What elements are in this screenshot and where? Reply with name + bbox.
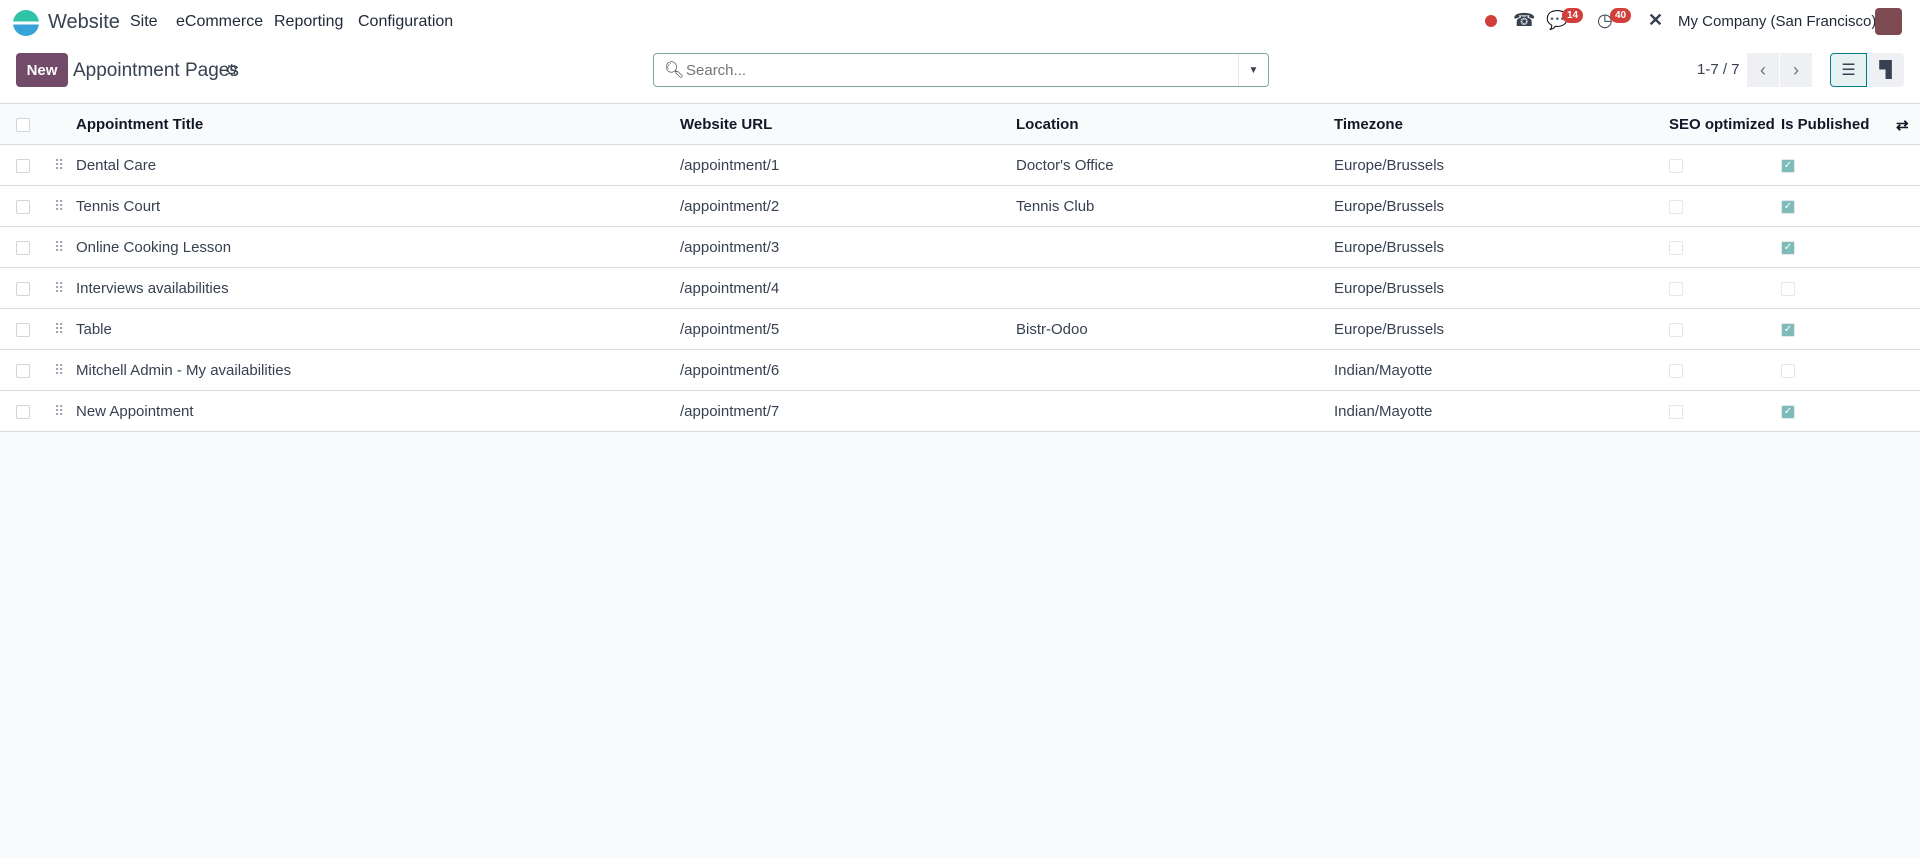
seo-checkbox	[1669, 282, 1683, 296]
cell-title: Mitchell Admin - My availabilities	[76, 362, 292, 379]
pager-next-button[interactable]: ›	[1780, 53, 1812, 87]
cell-location: Bistr-Odoo	[1016, 321, 1088, 338]
cell-title: New Appointment	[76, 403, 194, 420]
cell-location: Tennis Club	[1016, 198, 1095, 215]
cell-title: Interviews availabilities	[76, 280, 229, 297]
menu-reporting[interactable]: Reporting	[274, 13, 343, 31]
drag-handle-icon[interactable]: ⠿	[54, 157, 64, 174]
col-timezone[interactable]: Timezone	[1334, 116, 1403, 133]
seo-checkbox	[1669, 200, 1683, 214]
col-seo[interactable]: SEO optimized	[1669, 116, 1775, 133]
search-input[interactable]	[686, 59, 1226, 81]
published-checkbox: ✓	[1781, 241, 1795, 255]
seo-checkbox	[1669, 364, 1683, 378]
drag-handle-icon[interactable]: ⠿	[54, 362, 64, 379]
col-title[interactable]: Appointment Title	[76, 116, 203, 133]
table-row[interactable]: ⠿ Online Cooking Lesson /appointment/3 E…	[0, 227, 1920, 268]
row-checkbox[interactable]	[16, 159, 30, 173]
search-bar: 🔍︎ ▼	[653, 53, 1269, 87]
status-dot-icon[interactable]	[1485, 15, 1497, 27]
cell-timezone: Europe/Brussels	[1334, 280, 1445, 297]
cell-title: Tennis Court	[76, 198, 161, 215]
drag-handle-icon[interactable]: ⠿	[54, 280, 64, 297]
seo-checkbox	[1669, 405, 1683, 419]
cell-timezone: Europe/Brussels	[1334, 239, 1445, 256]
menu-site[interactable]: Site	[130, 13, 158, 31]
seo-checkbox	[1669, 241, 1683, 255]
row-checkbox[interactable]	[16, 364, 30, 378]
table-row[interactable]: ⠿ Table /appointment/5 Bistr-Odoo Europe…	[0, 309, 1920, 350]
published-checkbox	[1781, 282, 1795, 296]
user-avatar[interactable]	[1875, 8, 1902, 35]
cell-timezone: Indian/Mayotte	[1334, 362, 1433, 379]
cell-timezone: Europe/Brussels	[1334, 198, 1445, 215]
cell-title: Table	[76, 321, 112, 338]
pager-value[interactable]: 1-7 / 7	[1697, 61, 1740, 78]
select-all-checkbox[interactable]	[16, 118, 30, 132]
navbar: Website Site eCommerce Reporting Configu…	[0, 0, 1920, 44]
cell-url: /appointment/3	[680, 239, 780, 256]
drag-handle-icon[interactable]: ⠿	[54, 403, 64, 420]
messages-badge: 14	[1562, 8, 1584, 23]
published-checkbox	[1781, 364, 1795, 378]
drag-handle-icon[interactable]: ⠿	[54, 321, 64, 338]
table-row[interactable]: ⠿ Mitchell Admin - My availabilities /ap…	[0, 350, 1920, 391]
menu-configuration[interactable]: Configuration	[358, 13, 453, 31]
cell-timezone: Europe/Brussels	[1334, 157, 1445, 174]
cell-location: Doctor's Office	[1016, 157, 1114, 174]
search-options-toggle[interactable]: ▼	[1238, 54, 1268, 86]
row-checkbox[interactable]	[16, 200, 30, 214]
col-published[interactable]: Is Published	[1781, 116, 1869, 133]
table-header: Appointment Title Website URL Location T…	[0, 104, 1920, 145]
row-checkbox[interactable]	[16, 323, 30, 337]
appointments-list: Appointment Title Website URL Location T…	[0, 104, 1920, 432]
optional-columns-icon[interactable]: ⇄	[1896, 116, 1909, 134]
pager-previous-button[interactable]: ‹	[1747, 53, 1779, 87]
activities-badge: 40	[1610, 8, 1632, 23]
row-checkbox[interactable]	[16, 241, 30, 255]
cell-timezone: Indian/Mayotte	[1334, 403, 1433, 420]
menu-ecommerce[interactable]: eCommerce	[176, 13, 263, 31]
cell-url: /appointment/2	[680, 198, 780, 215]
cell-title: Dental Care	[76, 157, 157, 174]
app-name[interactable]: Website	[48, 11, 120, 34]
row-checkbox[interactable]	[16, 282, 30, 296]
cell-url: /appointment/6	[680, 362, 780, 379]
table-row[interactable]: ⠿ Interviews availabilities /appointment…	[0, 268, 1920, 309]
seo-checkbox	[1669, 323, 1683, 337]
kanban-view-button[interactable]: ▜	[1867, 53, 1904, 87]
list-view-button[interactable]: ☰	[1830, 53, 1867, 87]
table-row[interactable]: ⠿ Dental Care /appointment/1 Doctor's Of…	[0, 145, 1920, 186]
cell-url: /appointment/7	[680, 403, 780, 420]
cell-title: Online Cooking Lesson	[76, 239, 232, 256]
cell-timezone: Europe/Brussels	[1334, 321, 1445, 338]
company-switcher[interactable]: My Company (San Francisco)	[1678, 13, 1876, 30]
published-checkbox: ✓	[1781, 159, 1795, 173]
published-checkbox: ✓	[1781, 405, 1795, 419]
row-checkbox[interactable]	[16, 405, 30, 419]
page-title: Appointment Pages	[73, 60, 239, 81]
published-checkbox: ✓	[1781, 200, 1795, 214]
gear-icon[interactable]: ⚙	[225, 61, 238, 79]
col-url[interactable]: Website URL	[680, 116, 772, 133]
col-location[interactable]: Location	[1016, 116, 1079, 133]
cell-url: /appointment/1	[680, 157, 780, 174]
drag-handle-icon[interactable]: ⠿	[54, 239, 64, 256]
search-icon: 🔍︎	[664, 62, 685, 79]
table-row[interactable]: ⠿ Tennis Court /appointment/2 Tennis Clu…	[0, 186, 1920, 227]
published-checkbox: ✓	[1781, 323, 1795, 337]
phone-icon[interactable]: ☎	[1513, 10, 1535, 31]
table-row[interactable]: ⠿ New Appointment /appointment/7 Indian/…	[0, 391, 1920, 432]
drag-handle-icon[interactable]: ⠿	[54, 198, 64, 215]
website-app-logo-icon[interactable]	[13, 10, 39, 36]
seo-checkbox	[1669, 159, 1683, 173]
new-button[interactable]: New	[16, 53, 68, 87]
debug-tools-icon[interactable]: ✕	[1648, 10, 1663, 31]
cell-url: /appointment/4	[680, 280, 780, 297]
cell-url: /appointment/5	[680, 321, 780, 338]
